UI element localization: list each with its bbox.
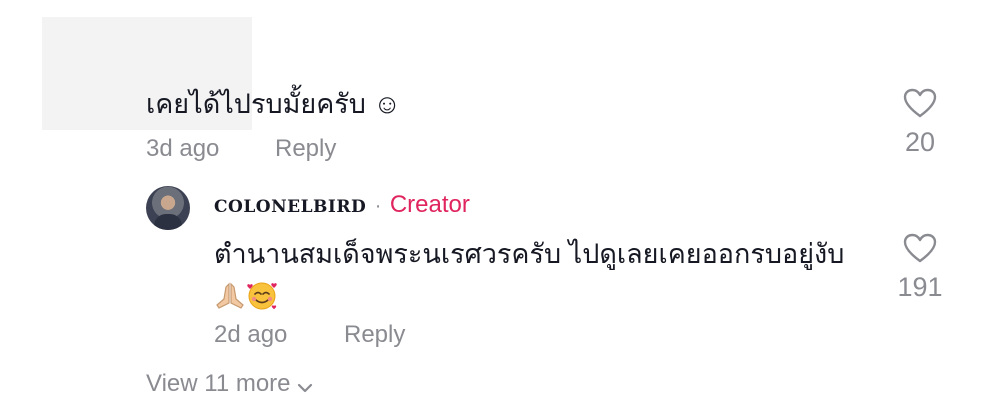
reply-username[interactable]: COLONELBIRD <box>214 197 366 217</box>
comment-like-count: 20 <box>904 127 936 157</box>
comment-text: เคยได้ไปรบมั้ยครับ ☺ <box>146 89 401 119</box>
comment-like-button[interactable]: 20 <box>890 88 950 158</box>
view-more-replies-button[interactable]: View 11 more <box>146 369 313 399</box>
reply-like-count: 191 <box>897 272 943 302</box>
view-more-label: View 11 more <box>146 370 291 397</box>
smiling-face-with-hearts-emoji <box>247 282 277 310</box>
reply-header: COLONELBIRD · Creator <box>214 190 470 223</box>
separator-dot: · <box>374 195 382 217</box>
reply-like-button[interactable]: 191 <box>890 233 950 303</box>
reply-text-block: ตำนานสมเด็จพระนเรศวรครับ ไปดูเลยเคยออกรบ… <box>214 232 874 320</box>
heart-outline-icon <box>903 233 937 263</box>
comment-reply-button[interactable]: Reply <box>275 134 336 164</box>
folded-hands-emoji <box>216 282 244 309</box>
comment-timestamp: 3d ago <box>146 135 220 162</box>
avatar[interactable] <box>146 186 190 230</box>
reply-reply-button[interactable]: Reply <box>344 320 405 350</box>
creator-badge: Creator <box>389 191 470 218</box>
heart-outline-icon <box>903 88 937 118</box>
reply-text: ตำนานสมเด็จพระนเรศวรครับ ไปดูเลยเคยออกรบ… <box>214 239 845 269</box>
chevron-down-icon <box>297 383 312 393</box>
reply-timestamp: 2d ago <box>214 321 288 348</box>
